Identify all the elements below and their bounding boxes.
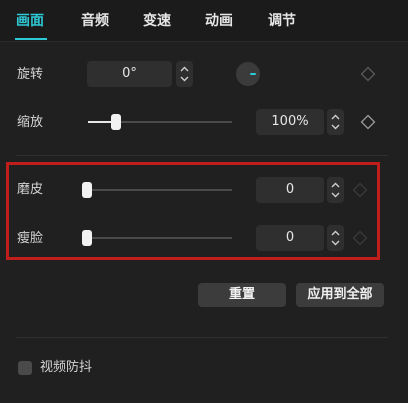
slim-face-stepper[interactable] (327, 225, 344, 251)
stabilize-checkbox[interactable] (18, 361, 32, 375)
stepper-arrows-icon (331, 230, 340, 246)
scale-keyframe-diamond-icon[interactable] (360, 114, 376, 130)
tab-speed[interactable]: 变速 (143, 11, 171, 31)
rotate-stepper[interactable] (176, 61, 193, 87)
section-divider (16, 337, 388, 338)
smooth-skin-slider-thumb[interactable] (82, 182, 92, 198)
smooth-skin-slider-track[interactable] (88, 189, 232, 191)
tab-audio[interactable]: 音频 (81, 11, 109, 31)
rotate-label: 旋转 (17, 67, 44, 82)
apply-to-all-button[interactable]: 应用到全部 (296, 283, 384, 307)
section-divider (16, 155, 388, 156)
smooth-skin-input[interactable]: 0 (256, 177, 324, 203)
tab-adjust[interactable]: 调节 (268, 11, 296, 31)
tab-animation[interactable]: 动画 (205, 11, 233, 31)
stepper-arrows-icon (331, 182, 340, 198)
tab-picture[interactable]: 画面 (16, 11, 44, 31)
stabilize-label: 视频防抖 (40, 360, 93, 375)
stepper-arrows-icon (331, 114, 340, 130)
smooth-skin-label: 磨皮 (17, 182, 44, 197)
scale-stepper[interactable] (327, 109, 344, 135)
slim-face-input[interactable]: 0 (256, 225, 324, 251)
slim-face-label: 瘦脸 (17, 231, 44, 246)
smooth-skin-stepper[interactable] (327, 177, 344, 203)
smooth-skin-keyframe-diamond-icon[interactable] (352, 182, 368, 198)
scale-input[interactable]: 100% (256, 109, 324, 135)
rotate-input[interactable]: 0° (87, 61, 172, 87)
rotate-keyframe-diamond-icon[interactable] (360, 66, 376, 82)
slim-face-slider-track[interactable] (88, 237, 232, 239)
reset-button[interactable]: 重置 (198, 283, 286, 307)
scale-slider-thumb[interactable] (111, 114, 121, 130)
tab-bar: 画面 音频 变速 动画 调节 (0, 0, 408, 42)
scale-label: 缩放 (17, 115, 44, 130)
slim-face-slider-thumb[interactable] (82, 230, 92, 246)
rotate-dial[interactable] (236, 62, 260, 86)
dial-indicator (250, 73, 256, 75)
active-tab-indicator (15, 38, 47, 40)
stepper-arrows-icon (180, 66, 189, 82)
slim-face-keyframe-diamond-icon[interactable] (352, 230, 368, 246)
